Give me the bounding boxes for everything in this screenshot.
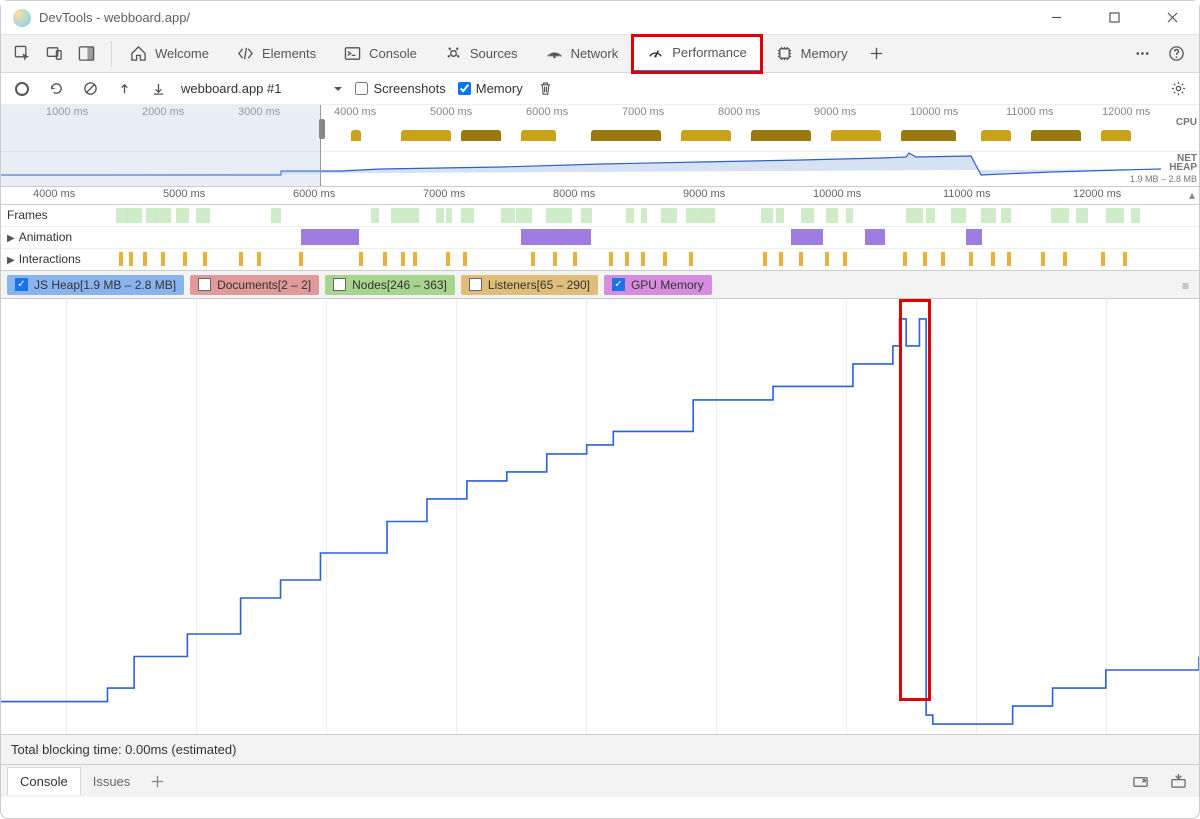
legend-documents[interactable]: Documents[2 – 2] bbox=[190, 275, 319, 295]
bottom-drawer: Console Issues bbox=[1, 765, 1199, 797]
legend-documents-label: Documents[2 – 2] bbox=[217, 278, 311, 292]
ruler-tick: 9000 ms bbox=[683, 188, 725, 200]
animation-track-label: Animation bbox=[19, 230, 72, 244]
ruler-tick: 10000 ms bbox=[813, 188, 861, 200]
overview-cpu-label: CPU bbox=[1176, 117, 1197, 128]
legend-nodes[interactable]: Nodes[246 – 363] bbox=[325, 275, 455, 295]
inspect-element-icon[interactable] bbox=[7, 38, 37, 70]
animation-track[interactable]: ▶Animation bbox=[1, 227, 1199, 249]
tab-network-label: Network bbox=[571, 46, 619, 61]
ruler-tick: 6000 ms bbox=[293, 188, 335, 200]
chevron-down-icon bbox=[333, 86, 343, 92]
flamechart-ruler[interactable]: 4000 ms 5000 ms 6000 ms 7000 ms 8000 ms 9000 … bbox=[1, 187, 1199, 205]
ruler-tick: 7000 ms bbox=[423, 188, 465, 200]
upload-profile-button[interactable] bbox=[113, 78, 135, 100]
ruler-collapse-icon[interactable]: ▴ bbox=[1189, 188, 1195, 202]
ruler-tick: 8000 ms bbox=[553, 188, 595, 200]
tab-memory[interactable]: Memory bbox=[762, 35, 862, 73]
screenshots-checkbox[interactable]: Screenshots bbox=[355, 81, 445, 96]
window-minimize-button[interactable] bbox=[1041, 3, 1071, 33]
legend-listeners[interactable]: Listeners[65 – 290] bbox=[461, 275, 598, 295]
timeline-overview[interactable]: 1000 ms2000 ms3000 ms4000 ms5000 ms6000 … bbox=[1, 105, 1199, 187]
drawer-expand-icon[interactable] bbox=[1125, 765, 1155, 797]
overview-handle-left[interactable] bbox=[319, 119, 325, 139]
main-tab-bar: Welcome Elements Console Sources Network… bbox=[1, 35, 1199, 73]
overview-tick: 4000 ms bbox=[334, 106, 376, 118]
reload-record-button[interactable] bbox=[45, 78, 67, 100]
tab-sources[interactable]: Sources bbox=[431, 35, 532, 73]
tab-network[interactable]: Network bbox=[532, 35, 633, 73]
help-icon[interactable] bbox=[1161, 38, 1191, 70]
memory-checkbox[interactable]: Memory bbox=[458, 81, 523, 96]
tab-elements-label: Elements bbox=[262, 46, 316, 61]
tab-sources-label: Sources bbox=[470, 46, 518, 61]
overview-tick: 9000 ms bbox=[814, 106, 856, 118]
interactions-track-label: Interactions bbox=[19, 252, 81, 266]
window-maximize-button[interactable] bbox=[1099, 3, 1129, 33]
drawer-close-icon[interactable] bbox=[1163, 765, 1193, 797]
more-options-icon[interactable] bbox=[1127, 38, 1157, 70]
legend-js-heap[interactable]: JS Heap[1.9 MB – 2.8 MB] bbox=[7, 275, 184, 295]
frames-track[interactable]: Frames document.write([115,125,145,155,1… bbox=[1, 205, 1199, 227]
memory-checkbox-label: Memory bbox=[476, 81, 523, 96]
add-tab-button[interactable] bbox=[862, 38, 892, 70]
performance-toolbar: webboard.app #1 Screenshots Memory bbox=[1, 73, 1199, 105]
profile-selector-label: webboard.app #1 bbox=[181, 81, 281, 96]
title-bar: DevTools - webboard.app/ bbox=[1, 1, 1199, 35]
memory-chart[interactable]: document.write([65,195,325,455,585,715,8… bbox=[1, 299, 1199, 735]
overview-tick: 12000 ms bbox=[1102, 106, 1150, 118]
window-close-button[interactable] bbox=[1157, 3, 1187, 33]
clear-button[interactable] bbox=[79, 78, 101, 100]
legend-menu-icon[interactable]: ≡ bbox=[1182, 279, 1189, 293]
profile-selector[interactable]: webboard.app #1 bbox=[181, 81, 343, 96]
device-toolbar-icon[interactable] bbox=[39, 38, 69, 70]
drawer-tab-issues[interactable]: Issues bbox=[81, 768, 143, 795]
tab-welcome[interactable]: Welcome bbox=[116, 35, 223, 73]
overview-tick: 8000 ms bbox=[718, 106, 760, 118]
overview-unselected-left[interactable] bbox=[1, 105, 321, 186]
ruler-tick: 12000 ms bbox=[1073, 188, 1121, 200]
interactions-track[interactable]: ▶Interactions document.write([118,128,14… bbox=[1, 249, 1199, 271]
delete-profile-button[interactable] bbox=[535, 78, 557, 100]
tab-memory-label: Memory bbox=[801, 46, 848, 61]
overview-tick: 10000 ms bbox=[910, 106, 958, 118]
legend-nodes-label: Nodes[246 – 363] bbox=[352, 278, 447, 292]
screenshots-checkbox-label: Screenshots bbox=[373, 81, 445, 96]
overview-tick: 5000 ms bbox=[430, 106, 472, 118]
legend-js-heap-label: JS Heap[1.9 MB – 2.8 MB] bbox=[34, 278, 176, 292]
overview-tick: 6000 ms bbox=[526, 106, 568, 118]
drawer-tab-console-label: Console bbox=[20, 774, 68, 789]
tab-elements[interactable]: Elements bbox=[223, 35, 330, 73]
drawer-tab-console[interactable]: Console bbox=[7, 767, 81, 795]
legend-gpu-memory-label: GPU Memory bbox=[631, 278, 704, 292]
overview-tick: 11000 ms bbox=[1006, 106, 1054, 118]
overview-heap-range: 1.9 MB – 2.8 MB bbox=[1130, 174, 1197, 184]
capture-settings-icon[interactable] bbox=[1167, 78, 1189, 100]
dock-side-icon[interactable] bbox=[71, 38, 101, 70]
tab-performance[interactable]: Performance bbox=[632, 35, 761, 73]
frames-trackигрaph-label: Frames bbox=[7, 208, 48, 222]
tab-console[interactable]: Console bbox=[330, 35, 431, 73]
tab-performance-label: Performance bbox=[672, 45, 746, 60]
total-blocking-time-label: Total blocking time: 0.00ms (estimated) bbox=[11, 742, 236, 757]
legend-listeners-label: Listeners[65 – 290] bbox=[488, 278, 590, 292]
download-profile-button[interactable] bbox=[147, 78, 169, 100]
overview-tick: 7000 ms bbox=[622, 106, 664, 118]
ruler-tick: 5000 ms bbox=[163, 188, 205, 200]
tab-console-label: Console bbox=[369, 46, 417, 61]
legend-gpu-memory[interactable]: GPU Memory bbox=[604, 275, 712, 295]
ruler-tick: 4000 ms bbox=[33, 188, 75, 200]
tab-welcome-label: Welcome bbox=[155, 46, 209, 61]
drawer-tab-issues-label: Issues bbox=[93, 774, 131, 789]
overview-heap-label: HEAP bbox=[1169, 162, 1197, 173]
drawer-add-tab-button[interactable] bbox=[142, 765, 172, 797]
summary-bar: Total blocking time: 0.00ms (estimated) bbox=[1, 735, 1199, 765]
app-icon bbox=[13, 9, 31, 27]
window-title: DevTools - webboard.app/ bbox=[39, 10, 190, 25]
ruler-tick: 11000 ms bbox=[943, 188, 991, 200]
memory-counter-legend: JS Heap[1.9 MB – 2.8 MB] Documents[2 – 2… bbox=[1, 271, 1199, 299]
record-button[interactable] bbox=[11, 78, 33, 100]
